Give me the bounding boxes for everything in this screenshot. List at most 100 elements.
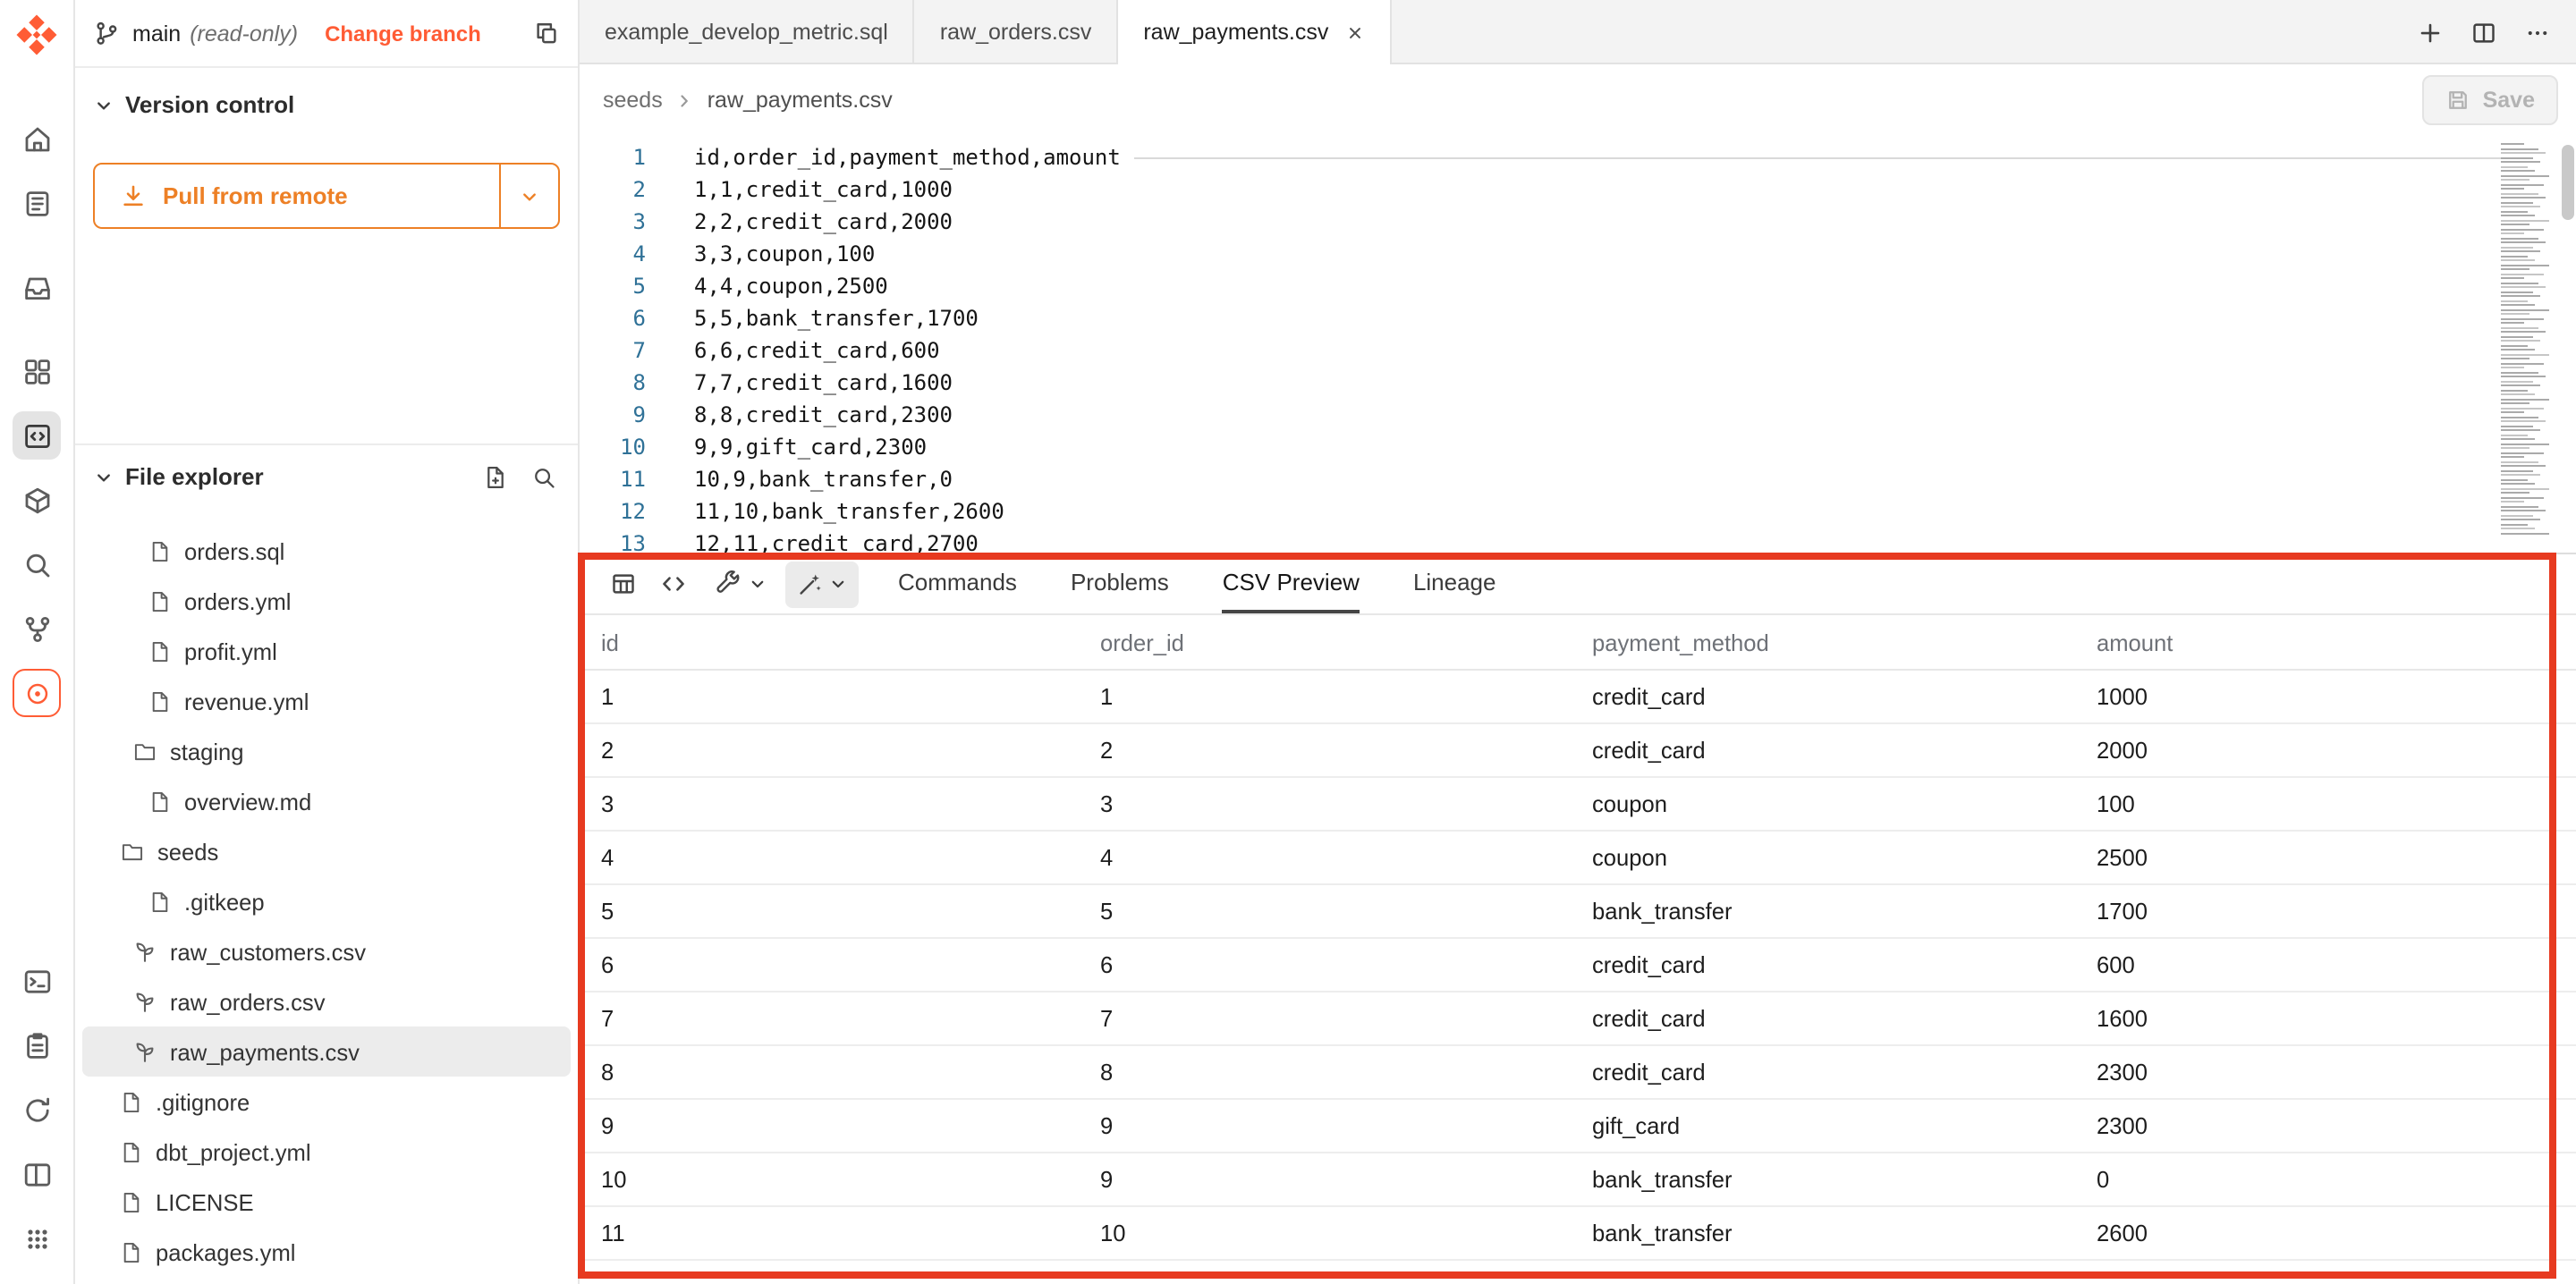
cell: 7 [1100, 1005, 1592, 1032]
code-editor[interactable]: 12345678910111213 id,order_id,payment_me… [580, 136, 2576, 553]
tab-raw_orders.csv[interactable]: raw_orders.csv [915, 0, 1119, 64]
catalog-icon[interactable] [13, 179, 61, 227]
code-line[interactable]: 1,1,credit_card,1000 [694, 173, 2501, 206]
file-raw_orders.csv[interactable]: raw_orders.csv [82, 976, 571, 1026]
pull-from-remote-button[interactable]: Pull from remote [93, 163, 560, 229]
minimap-line [2501, 308, 2549, 310]
line-number: 4 [580, 238, 646, 270]
file-LICENSE[interactable]: LICENSE [82, 1177, 571, 1227]
file-label: seeds [157, 838, 218, 865]
file-tree: orders.sqlorders.ymlprofit.yml revenue.ym… [75, 504, 578, 1284]
panel-tab-problems[interactable]: Problems [1071, 554, 1169, 613]
cube-icon[interactable] [13, 476, 61, 524]
file-seeds[interactable]: seeds [82, 826, 571, 876]
csv-body: 11credit_card100022credit_card200033coup… [580, 671, 2576, 1261]
results-table-icon[interactable] [597, 561, 648, 607]
ide-icon[interactable] [13, 411, 61, 460]
minimap-line [2501, 273, 2544, 275]
tab-example_develop_metric.sql[interactable]: example_develop_metric.sql [580, 0, 915, 64]
sidebar: main (read-only) Change branch Version c… [75, 0, 580, 1284]
code-line[interactable]: 10,9,bank_transfer,0 [694, 463, 2501, 495]
panel-tab-lineage[interactable]: Lineage [1413, 554, 1496, 613]
code-line[interactable]: 4,4,coupon,2500 [694, 270, 2501, 302]
file-packages.yml[interactable]: packages.yml [82, 1227, 571, 1277]
minimap-line [2501, 165, 2528, 167]
history-icon[interactable] [13, 1085, 61, 1134]
file-raw_customers.csv[interactable]: raw_customers.csv [82, 926, 571, 976]
file-profit.yml[interactable]: profit.yml [82, 626, 571, 676]
cell: credit_card [1592, 951, 2097, 978]
file-orders.yml[interactable]: orders.yml [82, 576, 571, 626]
cell: 8 [601, 1059, 1100, 1085]
git-fork-icon[interactable] [13, 604, 61, 653]
code-line[interactable]: 8,8,credit_card,2300 [694, 399, 2501, 431]
code-line[interactable]: 6,6,credit_card,600 [694, 334, 2501, 367]
minimap-line [2501, 224, 2529, 225]
close-tab-icon[interactable] [1344, 22, 1364, 42]
seed-icon [132, 989, 157, 1014]
search-icon[interactable] [531, 464, 556, 489]
version-control-header[interactable]: Version control [75, 68, 578, 131]
minimap-line [2501, 268, 2529, 270]
add-tab-icon[interactable] [2417, 19, 2444, 46]
table-row: 33coupon100 [580, 778, 2576, 832]
dashboard-icon[interactable] [13, 347, 61, 395]
file-.gitignore[interactable]: .gitignore [82, 1077, 571, 1127]
file-staging[interactable]: staging [82, 726, 571, 776]
file-label: revenue.yml [184, 688, 309, 714]
cell: 1600 [2097, 1005, 2555, 1032]
tab-raw_payments.csv[interactable]: raw_payments.csv [1118, 0, 1391, 64]
minimap-line [2501, 528, 2535, 529]
copy-icon[interactable] [533, 20, 560, 46]
home-icon[interactable] [13, 114, 61, 163]
tasks-icon[interactable] [13, 1021, 61, 1069]
minimap[interactable] [2501, 136, 2555, 553]
breadcrumb-parent[interactable]: seeds [603, 88, 663, 113]
layout-icon[interactable] [13, 1150, 61, 1198]
minimap-line [2501, 215, 2535, 216]
download-icon [120, 182, 147, 209]
file-orders.sql[interactable]: orders.sql [82, 526, 571, 576]
file-.gitkeep[interactable]: .gitkeep [82, 876, 571, 926]
file-icon [148, 589, 172, 612]
split-editor-icon[interactable] [2470, 19, 2497, 46]
code-line[interactable]: 11,10,bank_transfer,2600 [694, 495, 2501, 528]
new-file-icon[interactable] [483, 464, 508, 489]
more-options-icon[interactable] [2524, 19, 2551, 46]
change-branch-link[interactable]: Change branch [325, 21, 481, 46]
pull-options-caret[interactable] [499, 165, 558, 227]
terminal-icon[interactable] [13, 957, 61, 1005]
code-line[interactable]: 9,9,gift_card,2300 [694, 431, 2501, 463]
file-revenue.yml[interactable]: revenue.yml [82, 676, 571, 726]
save-button[interactable]: Save [2422, 75, 2558, 125]
code-content[interactable]: id,order_id,payment_method,amount1,1,cre… [655, 136, 2501, 553]
warehouse-icon[interactable] [13, 263, 61, 311]
line-number: 7 [580, 334, 646, 367]
cell: 2500 [2097, 844, 2555, 871]
cell: 2 [1100, 737, 1592, 764]
table-row: 11credit_card1000 [580, 671, 2576, 724]
panel-tab-commands[interactable]: Commands [898, 554, 1017, 613]
code-line[interactable]: 7,7,credit_card,1600 [694, 367, 2501, 399]
file-dbt_project.yml[interactable]: dbt_project.yml [82, 1127, 571, 1177]
cell: 4 [601, 844, 1100, 871]
code-view-icon[interactable] [648, 561, 698, 607]
code-line[interactable]: id,order_id,payment_method,amount [694, 141, 2501, 173]
ai-assist-menu[interactable] [785, 561, 859, 607]
editor-scrollbar[interactable] [2562, 145, 2574, 220]
file-overview.md[interactable]: overview.md [82, 776, 571, 826]
explore-icon[interactable] [13, 540, 61, 588]
minimap-line [2501, 362, 2544, 364]
file-explorer-header[interactable]: File explorer [75, 445, 578, 504]
apps-icon[interactable] [13, 1214, 61, 1263]
file-label: LICENSE [156, 1188, 254, 1215]
build-menu[interactable] [705, 561, 778, 607]
panel-tab-csv-preview[interactable]: CSV Preview [1223, 554, 1360, 613]
file-raw_payments.csv[interactable]: raw_payments.csv [82, 1026, 571, 1077]
code-line[interactable]: 12,11,credit_card,2700 [694, 528, 2501, 553]
code-line[interactable]: 5,5,bank_transfer,1700 [694, 302, 2501, 334]
code-line[interactable]: 2,2,credit_card,2000 [694, 206, 2501, 238]
minimap-line [2501, 344, 2528, 346]
dbt-assist-icon[interactable] [13, 669, 61, 717]
code-line[interactable]: 3,3,coupon,100 [694, 238, 2501, 270]
